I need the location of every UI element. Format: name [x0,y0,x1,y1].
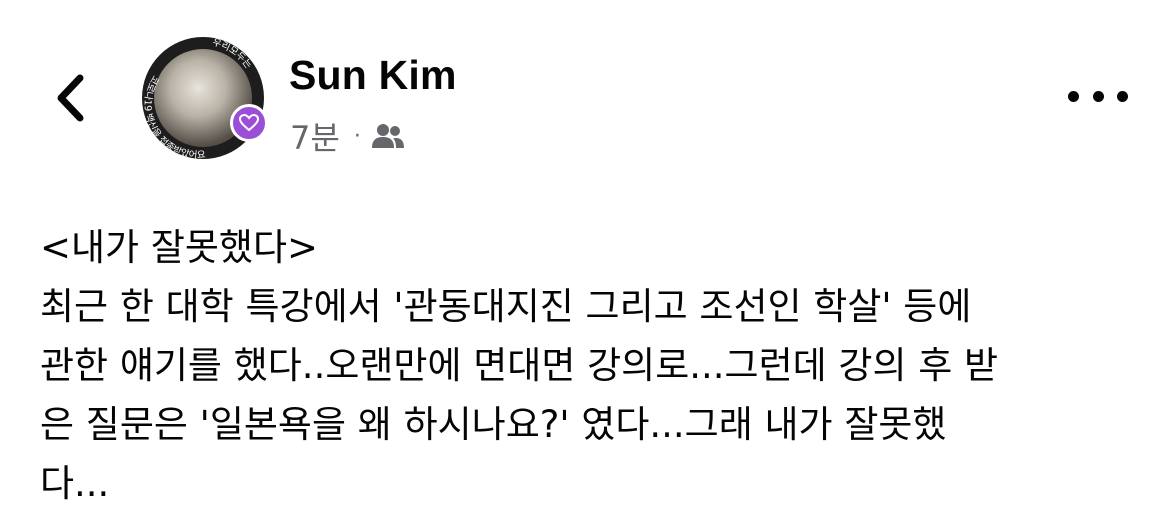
post-title-line: <내가 잘못했다> [40,226,319,269]
post-meta: 7분 · [290,113,405,159]
more-options-button[interactable] [1068,76,1128,116]
post-body: <내가 잘못했다> 최근 한 대학 특강에서 '관동대지진 그리고 조선인 학살… [40,218,1140,513]
chevron-left-icon [57,74,84,122]
more-dot-icon [1117,90,1128,102]
meta-separator: · [353,123,361,149]
post-text-line: 은 질문은 '일본욕을 왜 하시나요?' 였다...그래 내가 잘못했 [40,403,947,446]
author-name[interactable]: Sun Kim [289,52,457,99]
more-dot-icon [1092,90,1104,102]
frame-text-left: 코로나19 백신을 접종받았어요 [142,73,206,159]
post-text-line: 다... [40,462,110,505]
back-button[interactable] [48,70,92,126]
more-dot-icon [1068,90,1079,102]
avatar[interactable]: 우리모두는 코로나19 백신을 접종받았어요 [142,37,268,159]
svg-text:코로나19 백신을 접종받았어요: 코로나19 백신을 접종받았어요 [142,73,206,159]
friends-icon[interactable] [371,123,405,149]
post-text-line: 관한 얘기를 했다..오랜만에 면대면 강의로...그런데 강의 후 받 [40,344,999,387]
frame-text-right: 우리모두는 [211,37,254,71]
svg-text:우리모두는: 우리모두는 [211,37,254,71]
post-timestamp[interactable]: 7분 [290,113,340,159]
post-text-line: 최근 한 대학 특강에서 '관동대지진 그리고 조선인 학살' 등에 [40,285,972,328]
heart-badge-icon [230,104,268,142]
